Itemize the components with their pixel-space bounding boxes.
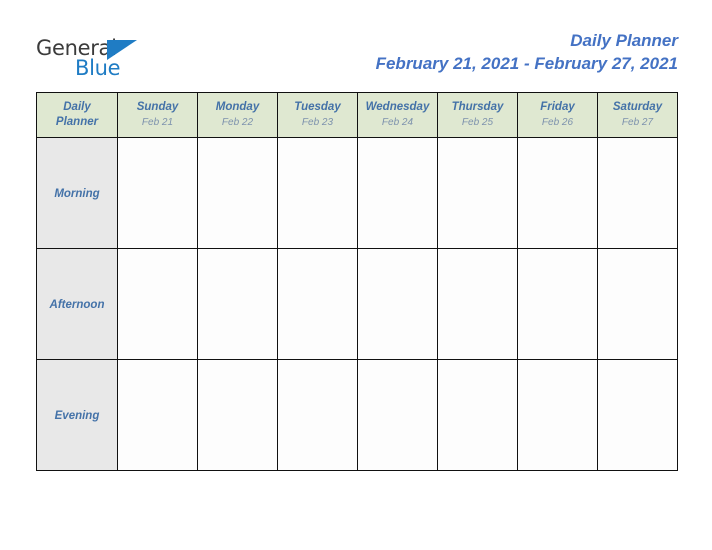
day-name: Monday bbox=[215, 101, 260, 113]
day-date: Feb 22 bbox=[221, 117, 254, 128]
day-header-thursday: Thursday Feb 25 bbox=[437, 92, 518, 138]
table-row: Morning bbox=[36, 137, 678, 249]
day-date: Feb 26 bbox=[541, 117, 574, 128]
planner-cell-morning-wednesday[interactable] bbox=[357, 137, 438, 249]
planner-cell-morning-thursday[interactable] bbox=[437, 137, 518, 249]
row-label-afternoon: Afternoon bbox=[36, 248, 118, 360]
planner-cell-morning-friday[interactable] bbox=[517, 137, 598, 249]
day-header-wednesday: Wednesday Feb 24 bbox=[357, 92, 438, 138]
planner-cell-evening-sunday[interactable] bbox=[117, 359, 198, 471]
corner-header-cell: Daily Planner bbox=[36, 92, 118, 138]
row-label-text: Afternoon bbox=[49, 299, 105, 311]
planner-cell-afternoon-friday[interactable] bbox=[517, 248, 598, 360]
row-label-evening: Evening bbox=[36, 359, 118, 471]
title-block: Daily Planner February 21, 2021 - Februa… bbox=[376, 30, 678, 76]
planner-cell-morning-sunday[interactable] bbox=[117, 137, 198, 249]
table-row: Afternoon bbox=[36, 248, 678, 360]
table-row: Evening bbox=[36, 359, 678, 471]
weekly-planner-table: Daily Planner Sunday Feb 21 Monday Feb 2… bbox=[36, 92, 678, 471]
day-header-friday: Friday Feb 26 bbox=[517, 92, 598, 138]
page-title: Daily Planner bbox=[570, 31, 678, 50]
day-header-sunday: Sunday Feb 21 bbox=[117, 92, 198, 138]
table-header-row: Daily Planner Sunday Feb 21 Monday Feb 2… bbox=[36, 92, 678, 138]
planner-cell-evening-saturday[interactable] bbox=[597, 359, 678, 471]
general-blue-logo: General Blue bbox=[36, 36, 216, 82]
row-label-text: Morning bbox=[54, 188, 100, 200]
planner-cell-evening-thursday[interactable] bbox=[437, 359, 518, 471]
logo-text-blue: Blue bbox=[75, 56, 121, 80]
row-label-morning: Morning bbox=[36, 137, 118, 249]
corner-label-line1: Daily bbox=[63, 101, 91, 113]
planner-cell-afternoon-monday[interactable] bbox=[197, 248, 278, 360]
planner-cell-evening-wednesday[interactable] bbox=[357, 359, 438, 471]
day-date: Feb 23 bbox=[301, 117, 334, 128]
planner-cell-afternoon-wednesday[interactable] bbox=[357, 248, 438, 360]
day-name: Tuesday bbox=[294, 101, 341, 113]
day-name: Sunday bbox=[136, 101, 179, 113]
day-name: Wednesday bbox=[365, 101, 430, 113]
planner-cell-evening-monday[interactable] bbox=[197, 359, 278, 471]
day-date: Feb 27 bbox=[621, 117, 654, 128]
planner-cell-afternoon-thursday[interactable] bbox=[437, 248, 518, 360]
planner-cell-morning-saturday[interactable] bbox=[597, 137, 678, 249]
day-date: Feb 21 bbox=[141, 117, 174, 128]
planner-cell-evening-friday[interactable] bbox=[517, 359, 598, 471]
day-header-monday: Monday Feb 22 bbox=[197, 92, 278, 138]
day-name: Saturday bbox=[612, 101, 663, 113]
corner-label-line2: Planner bbox=[55, 116, 99, 128]
date-range: February 21, 2021 - February 27, 2021 bbox=[375, 54, 678, 73]
planner-cell-morning-monday[interactable] bbox=[197, 137, 278, 249]
page-header: General Blue Daily Planner February 21, … bbox=[0, 0, 712, 92]
day-name: Thursday bbox=[451, 101, 504, 113]
planner-cell-afternoon-tuesday[interactable] bbox=[277, 248, 358, 360]
planner-cell-evening-tuesday[interactable] bbox=[277, 359, 358, 471]
day-header-saturday: Saturday Feb 27 bbox=[597, 92, 678, 138]
planner-cell-morning-tuesday[interactable] bbox=[277, 137, 358, 249]
day-header-tuesday: Tuesday Feb 23 bbox=[277, 92, 358, 138]
day-name: Friday bbox=[540, 101, 575, 113]
planner-cell-afternoon-saturday[interactable] bbox=[597, 248, 678, 360]
day-date: Feb 24 bbox=[381, 117, 414, 128]
row-label-text: Evening bbox=[54, 410, 100, 422]
day-date: Feb 25 bbox=[461, 117, 494, 128]
planner-cell-afternoon-sunday[interactable] bbox=[117, 248, 198, 360]
